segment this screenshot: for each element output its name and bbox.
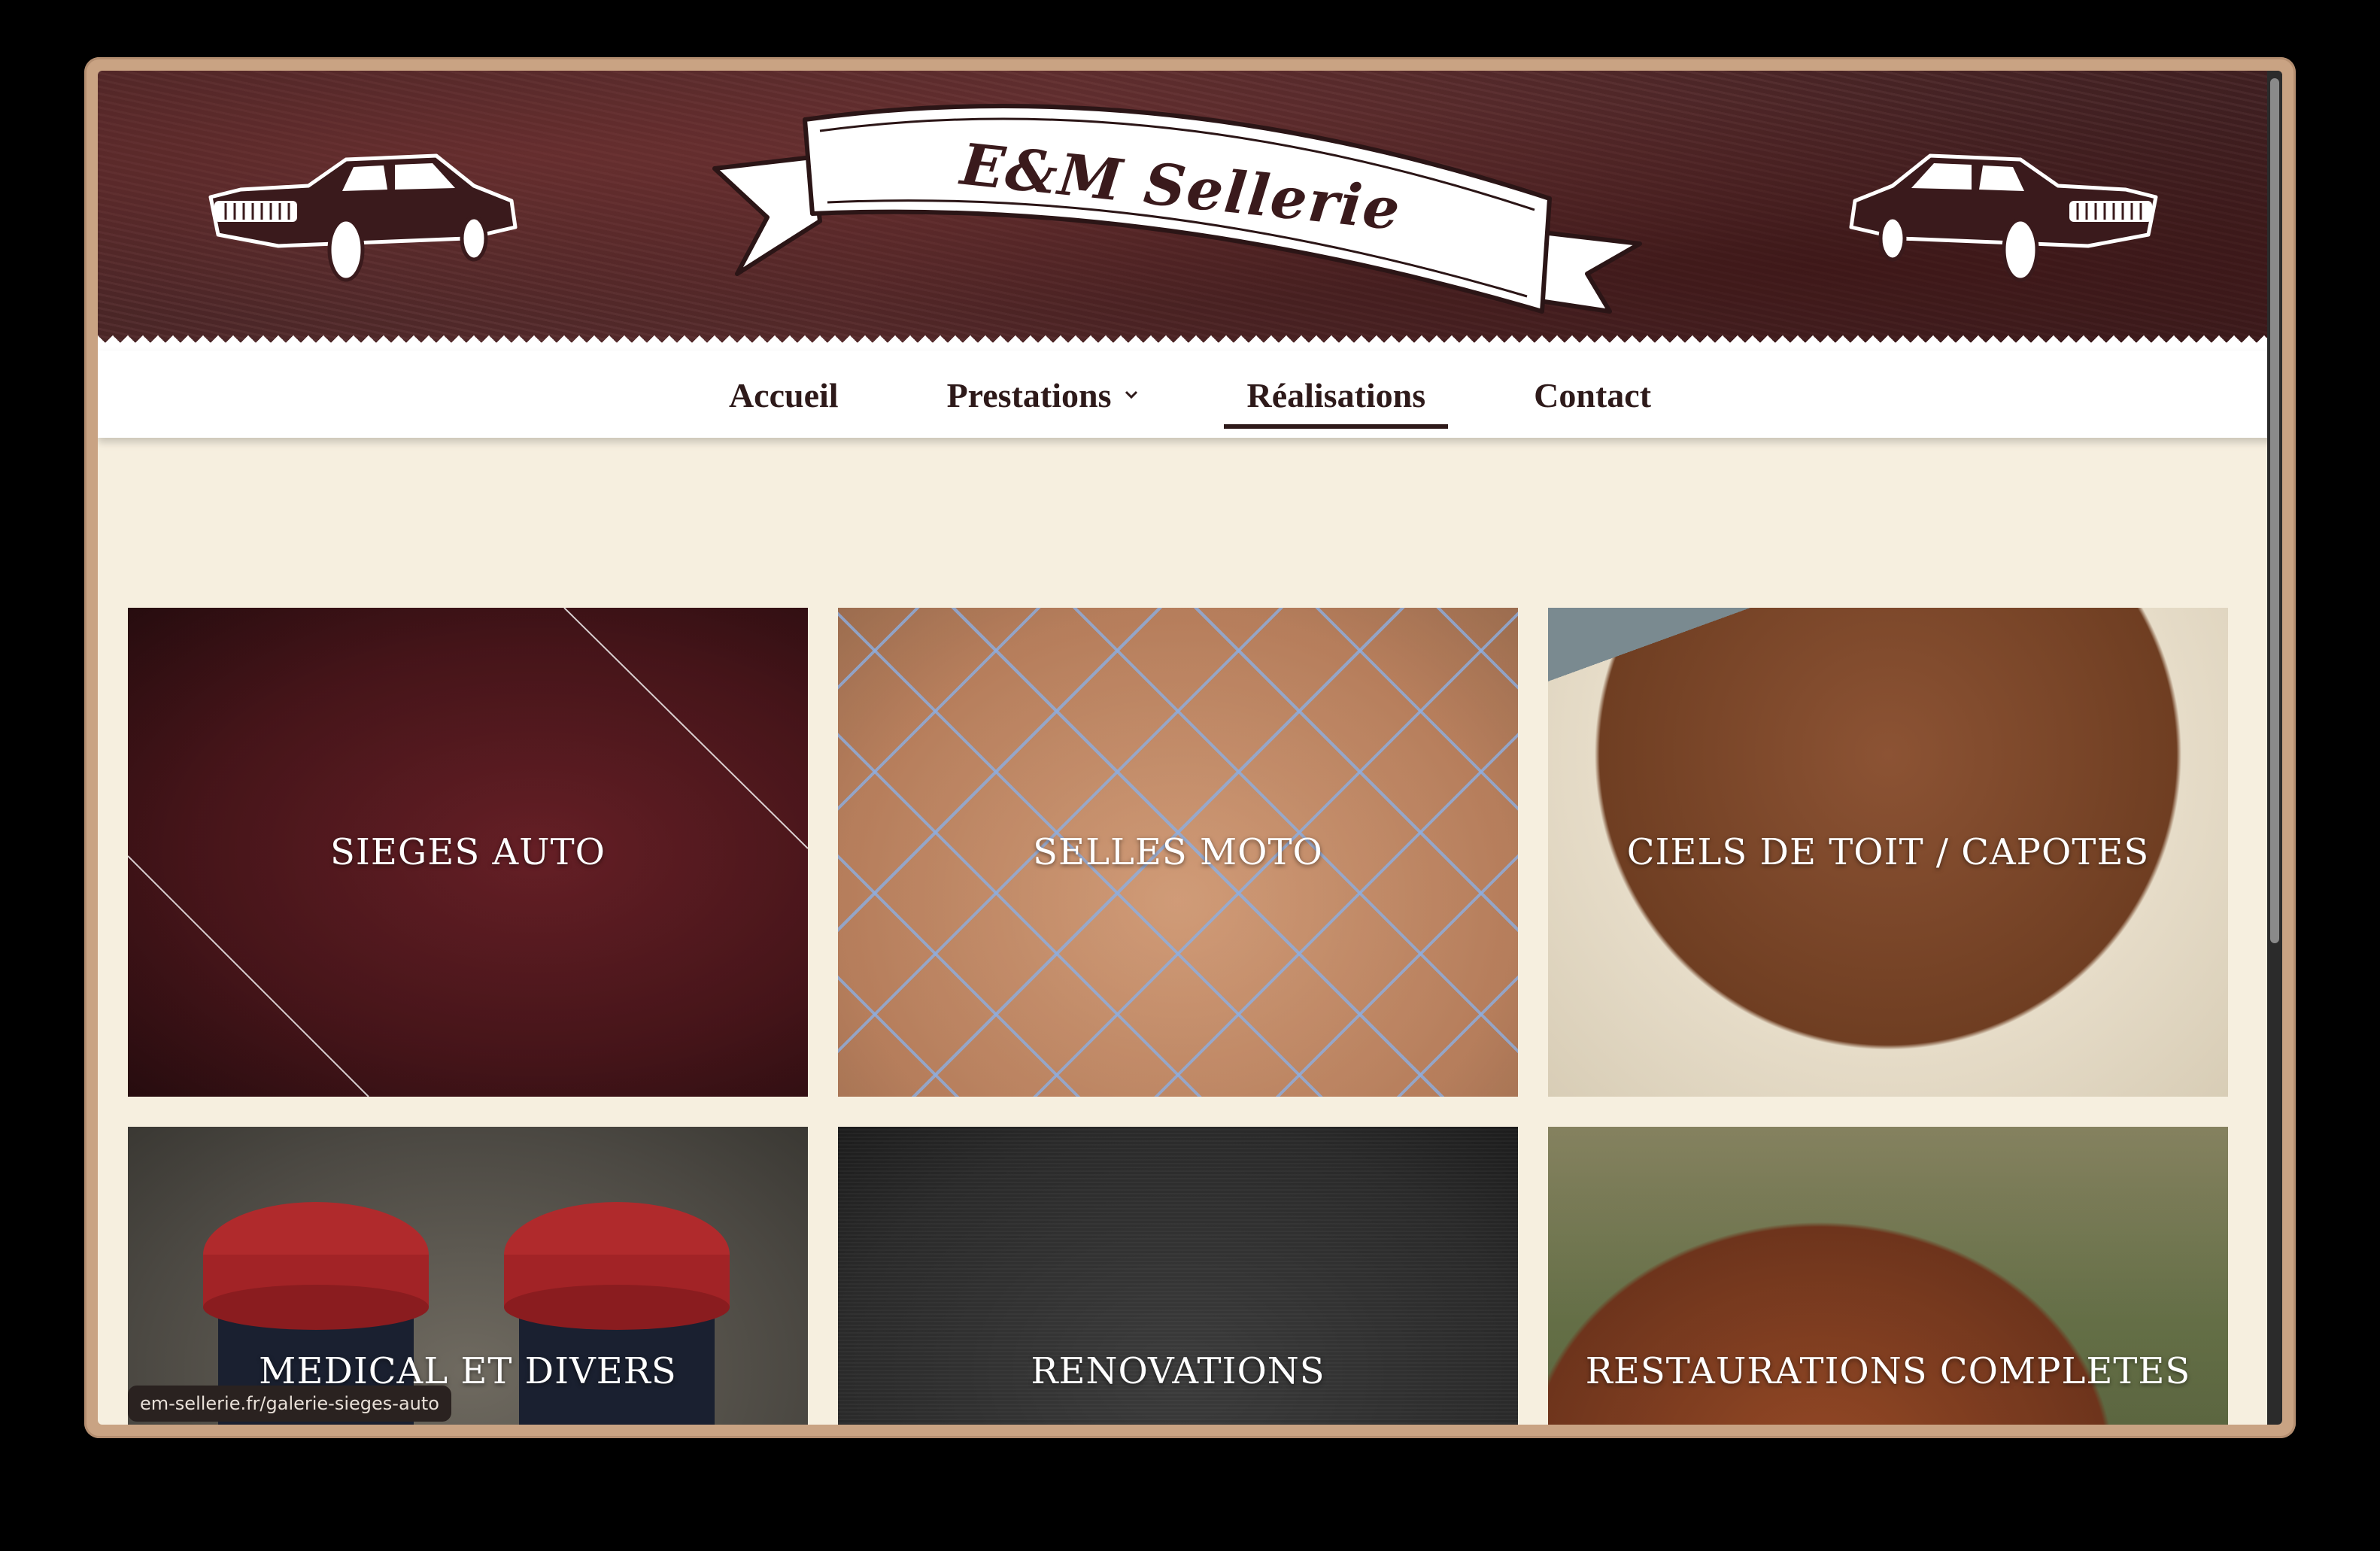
gallery-tile-label: RESTAURATIONS COMPLETES xyxy=(1585,1350,2191,1392)
car-logo-icon xyxy=(1849,153,2158,282)
main-nav: Accueil Prestations Réalisations Contact xyxy=(98,351,2282,438)
nav-item-label: Contact xyxy=(1534,375,1652,414)
nav-item-label: Réalisations xyxy=(1246,375,1426,414)
page-viewport: E&M Sellerie Accueil Prestations Réalisa… xyxy=(98,71,2282,1425)
nav-item-accueil[interactable]: Accueil xyxy=(706,360,861,429)
gallery-tile-renovations[interactable]: RENOVATIONS xyxy=(838,1127,1518,1425)
chevron-down-icon xyxy=(1125,390,1138,399)
scrollbar-thumb[interactable] xyxy=(2270,78,2279,943)
gallery-tile-sieges-auto[interactable]: SIEGES AUTO xyxy=(128,608,808,1097)
nav-item-label: Prestations xyxy=(946,375,1112,414)
nav-item-prestations[interactable]: Prestations xyxy=(924,360,1161,429)
nav-item-realisations[interactable]: Réalisations xyxy=(1224,360,1448,429)
gallery-tile-restaurations[interactable]: RESTAURATIONS COMPLETES xyxy=(1548,1127,2228,1425)
gallery-tile-medical-divers[interactable]: MEDICAL ET DIVERS xyxy=(128,1127,808,1425)
site-header: E&M Sellerie xyxy=(98,71,2282,354)
gallery-tile-ciels-capotes[interactable]: CIELS DE TOIT / CAPOTES xyxy=(1548,608,2228,1097)
nav-item-label: Accueil xyxy=(728,375,839,414)
gallery-tile-label: CIELS DE TOIT / CAPOTES xyxy=(1626,831,2150,873)
browser-window: E&M Sellerie Accueil Prestations Réalisa… xyxy=(84,57,2296,1438)
gallery-tile-label: RENOVATIONS xyxy=(1031,1350,1325,1392)
status-bar-url: em-sellerie.fr/galerie-sieges-auto xyxy=(128,1386,451,1422)
nav-item-contact[interactable]: Contact xyxy=(1511,360,1674,429)
vertical-scrollbar[interactable] xyxy=(2267,71,2282,1425)
gallery-tile-selles-moto[interactable]: SELLES MOTO xyxy=(838,608,1518,1097)
car-logo-icon xyxy=(208,153,518,282)
gallery-grid: SIEGES AUTO SELLES MOTO CIELS DE TOIT / … xyxy=(128,608,2282,1425)
gallery-tile-label: SELLES MOTO xyxy=(1033,831,1323,873)
gallery-tile-label: SIEGES AUTO xyxy=(330,831,606,873)
